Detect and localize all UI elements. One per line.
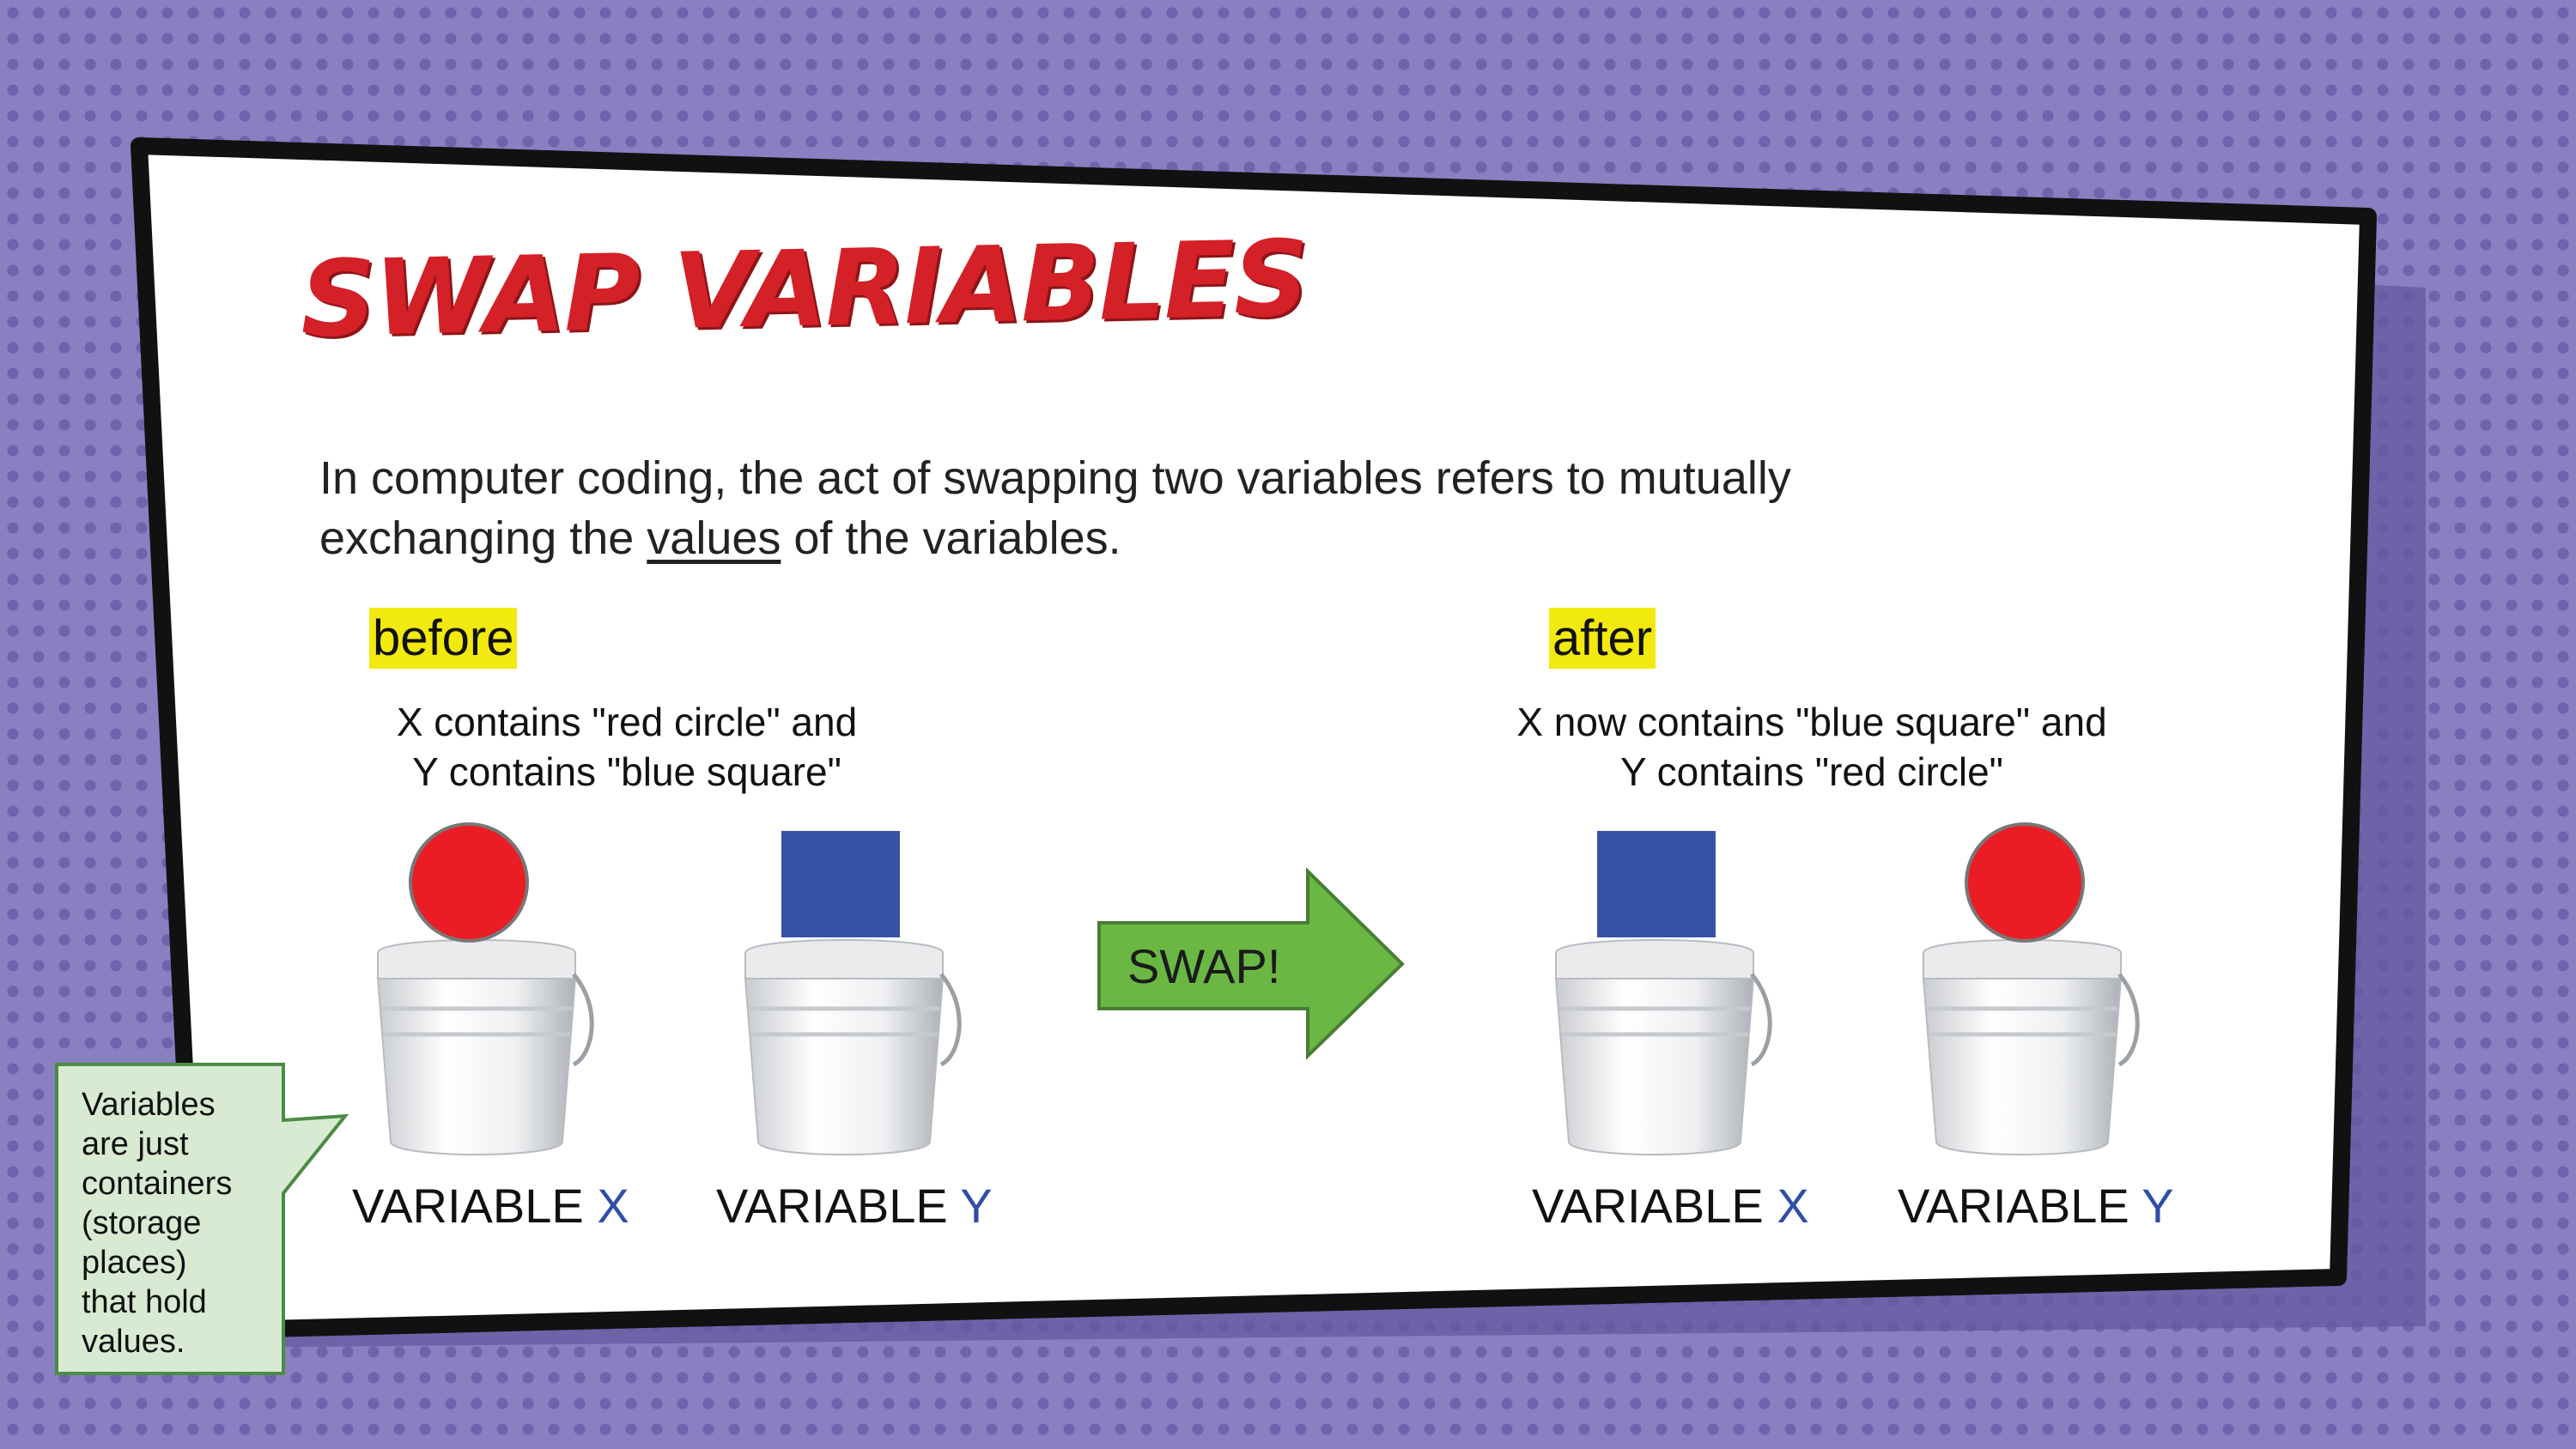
variable-prefix: VARIABLE bbox=[716, 1179, 948, 1233]
variable-label-y: VARIABLE Y bbox=[716, 1178, 993, 1234]
slide-title: SWAP VARIABLES bbox=[299, 217, 1309, 361]
before-caption-line: Y contains "blue square" bbox=[412, 749, 841, 794]
after-caption-line: Y contains "red circle" bbox=[1619, 749, 2003, 794]
after-caption-line: X now contains "blue square" and bbox=[1516, 700, 2107, 744]
red-circle-icon bbox=[409, 822, 529, 943]
variable-prefix: VARIABLE bbox=[1532, 1179, 1764, 1233]
swap-label: SWAP! bbox=[1127, 939, 1281, 993]
variable-label-y: VARIABLE Y bbox=[1898, 1178, 2174, 1234]
variable-prefix: VARIABLE bbox=[352, 1179, 584, 1233]
variable-label-x: VARIABLE X bbox=[1532, 1178, 1809, 1234]
after-tag: after bbox=[1549, 608, 1656, 669]
blue-square-icon bbox=[781, 831, 900, 937]
variable-label-x: VARIABLE X bbox=[352, 1178, 629, 1234]
note-text: Variables are just containers (storage p… bbox=[82, 1087, 233, 1360]
intro-text-end: of the variables. bbox=[781, 512, 1121, 564]
variable-prefix: VARIABLE bbox=[1898, 1179, 2129, 1233]
red-circle-icon bbox=[1965, 822, 2085, 943]
bucket-icon bbox=[1556, 940, 1770, 1155]
before-caption: X contains "red circle" and Y contains "… bbox=[326, 697, 927, 797]
blue-square-icon bbox=[1597, 831, 1716, 937]
variable-letter: X bbox=[597, 1179, 629, 1233]
variable-letter: X bbox=[1777, 1179, 1809, 1233]
intro-emphasis: values bbox=[647, 512, 781, 564]
after-caption: X now contains "blue square" and Y conta… bbox=[1460, 697, 2164, 797]
before-tag: before bbox=[369, 608, 518, 669]
intro-text: In computer coding, the act of swapping … bbox=[319, 448, 2037, 568]
variable-letter: Y bbox=[2142, 1179, 2174, 1233]
variable-letter: Y bbox=[960, 1179, 993, 1233]
bucket-icon bbox=[1923, 940, 2137, 1155]
bucket-icon bbox=[745, 940, 959, 1155]
slide-stage: SWAP VARIABLES In computer coding, the a… bbox=[0, 0, 2576, 1449]
bucket-icon bbox=[378, 940, 592, 1155]
before-caption-line: X contains "red circle" and bbox=[396, 700, 858, 744]
